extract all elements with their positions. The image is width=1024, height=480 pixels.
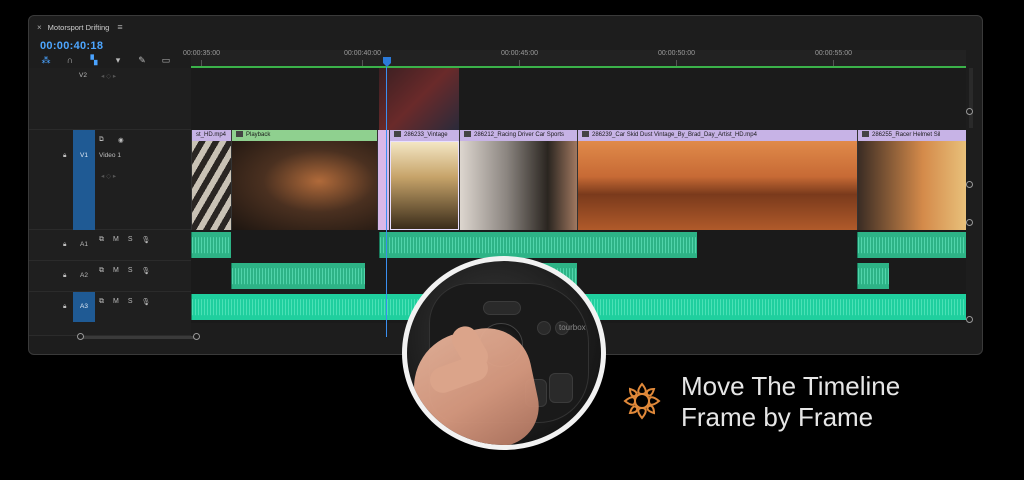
sync-lock-icon[interactable]: ⧉ xyxy=(99,298,104,306)
solo-button[interactable]: S xyxy=(128,236,133,244)
wrench-icon[interactable]: ✎ xyxy=(137,55,147,65)
eye-icon[interactable]: ◉ xyxy=(118,136,124,144)
keyframe-nav-icon[interactable]: ◂ ◇ ▸ xyxy=(101,72,116,80)
lock-icon[interactable]: 🔒︎ xyxy=(63,272,66,280)
lock-icon[interactable]: 🔒︎ xyxy=(63,241,66,249)
caption-text: Move The Timeline Frame by Frame xyxy=(681,371,900,433)
track-a1[interactable] xyxy=(191,230,966,261)
scroll-knob[interactable] xyxy=(966,181,973,188)
top-button xyxy=(483,301,521,315)
track-target-v1[interactable] xyxy=(73,130,95,230)
track-name: Video 1 xyxy=(99,152,121,159)
menu-icon[interactable]: ≡ xyxy=(117,22,122,32)
clip-label: 286233_Vintage xyxy=(390,130,459,141)
linked-selection-icon[interactable]: ▚ xyxy=(89,55,99,65)
playhead-timecode[interactable]: 00:00:40:18 xyxy=(40,40,103,52)
sequence-title[interactable]: Motorsport Drifting xyxy=(48,23,110,32)
ruler-tick: 00:00:55:00 xyxy=(815,50,852,66)
mute-button[interactable]: M xyxy=(113,298,119,306)
track-header-a2: 🔒︎ A2 ⧉ M S 🎙︎ xyxy=(29,261,191,292)
captions-icon[interactable]: ▭ xyxy=(161,55,171,65)
track-v2[interactable] xyxy=(191,68,966,130)
scroll-knob[interactable] xyxy=(77,333,84,340)
mute-button[interactable]: M xyxy=(113,236,119,244)
close-icon[interactable]: × xyxy=(37,23,42,32)
video-clip[interactable]: 286212_Racing Driver Car Sports xyxy=(459,130,577,230)
playhead-line[interactable] xyxy=(386,67,387,337)
panel-tab[interactable]: × Motorsport Drifting ≡ xyxy=(29,16,982,38)
mic-icon[interactable]: 🎙︎ xyxy=(142,236,151,244)
lock-icon[interactable]: 🔒︎ xyxy=(63,303,66,311)
transition[interactable] xyxy=(377,130,389,230)
sync-lock-icon[interactable]: ⧉ xyxy=(99,136,104,144)
audio-clip[interactable] xyxy=(857,263,889,289)
audio-clip[interactable] xyxy=(379,232,697,258)
track-id: A1 xyxy=(80,241,88,248)
track-id: A3 xyxy=(80,303,88,310)
clip-label: Playback xyxy=(232,130,377,141)
solo-button[interactable]: S xyxy=(128,267,133,275)
scroll-knob[interactable] xyxy=(193,333,200,340)
track-header-v1: 🔒︎ V1 ⧉ ◉ Video 1 ◂ ◇ ▸ xyxy=(29,130,191,230)
track-id: V1 xyxy=(80,152,88,159)
snap-icon[interactable]: ∩ xyxy=(65,55,75,65)
audio-clip[interactable] xyxy=(231,263,365,289)
keyframe-nav-icon[interactable]: ◂ ◇ ▸ xyxy=(101,172,116,180)
vertical-scrollbar[interactable] xyxy=(969,68,973,128)
audio-clip[interactable] xyxy=(191,232,231,258)
adjustment-clip[interactable] xyxy=(379,68,459,130)
track-header-a3: 🔒︎ A3 ⧉ M S 🎙︎ xyxy=(29,292,191,336)
caption-line-1: Move The Timeline xyxy=(681,371,901,401)
sync-lock-icon[interactable]: ⧉ xyxy=(99,236,104,244)
video-clip[interactable]: 286255_Racer Helmet Sil xyxy=(857,130,966,230)
side-button xyxy=(549,373,573,403)
scroll-knob[interactable] xyxy=(966,108,973,115)
mic-icon[interactable]: 🎙︎ xyxy=(142,298,151,306)
clip-label: st_HD.mp4 xyxy=(192,130,231,141)
ruler-tick: 00:00:50:00 xyxy=(658,50,695,66)
lock-icon[interactable]: 🔒︎ xyxy=(63,152,66,160)
aperture-icon xyxy=(623,382,661,420)
video-clip[interactable]: 286239_Car Skid Dust Vintage_By_Brad_Day… xyxy=(577,130,857,230)
marker-icon[interactable]: ▾ xyxy=(113,55,123,65)
timeline-toolbar: ⁂ ∩ ▚ ▾ ✎ ▭ xyxy=(41,55,171,65)
track-v1[interactable]: st_HD.mp4 Playback 286233_Vintage 286212… xyxy=(191,130,966,230)
clip-label: 286212_Racing Driver Car Sports xyxy=(460,130,577,141)
video-clip[interactable]: Playback xyxy=(231,130,377,230)
video-clip[interactable]: st_HD.mp4 xyxy=(191,130,231,230)
clip-label: 286255_Racer Helmet Sil xyxy=(858,130,966,141)
controller-photo: tourbox xyxy=(402,256,606,450)
track-id: A2 xyxy=(80,272,88,279)
ruler-tick: 00:00:35:00 xyxy=(183,50,220,66)
caption-line-2: Frame by Frame xyxy=(681,402,874,432)
device-logo: tourbox xyxy=(559,323,586,332)
solo-button[interactable]: S xyxy=(128,298,133,306)
horizontal-scrollbar[interactable] xyxy=(81,336,199,339)
audio-clip[interactable] xyxy=(857,232,966,258)
nest-icon[interactable]: ⁂ xyxy=(41,55,51,65)
track-header-v2: V2 ◂ ◇ ▸ xyxy=(29,68,191,130)
mic-icon[interactable]: 🎙︎ xyxy=(142,267,151,275)
scroll-knob[interactable] xyxy=(966,316,973,323)
video-clip[interactable]: 286233_Vintage xyxy=(389,130,459,230)
mute-button[interactable]: M xyxy=(113,267,119,275)
track-id: V2 xyxy=(79,72,87,79)
round-button xyxy=(537,321,551,335)
ruler-tick: 00:00:45:00 xyxy=(501,50,538,66)
scroll-knob[interactable] xyxy=(966,219,973,226)
clip-label: 286239_Car Skid Dust Vintage_By_Brad_Day… xyxy=(578,130,857,141)
sync-lock-icon[interactable]: ⧉ xyxy=(99,267,104,275)
ruler-tick: 00:00:40:00 xyxy=(344,50,381,66)
track-header-a1: 🔒︎ A1 ⧉ M S 🎙︎ xyxy=(29,230,191,261)
